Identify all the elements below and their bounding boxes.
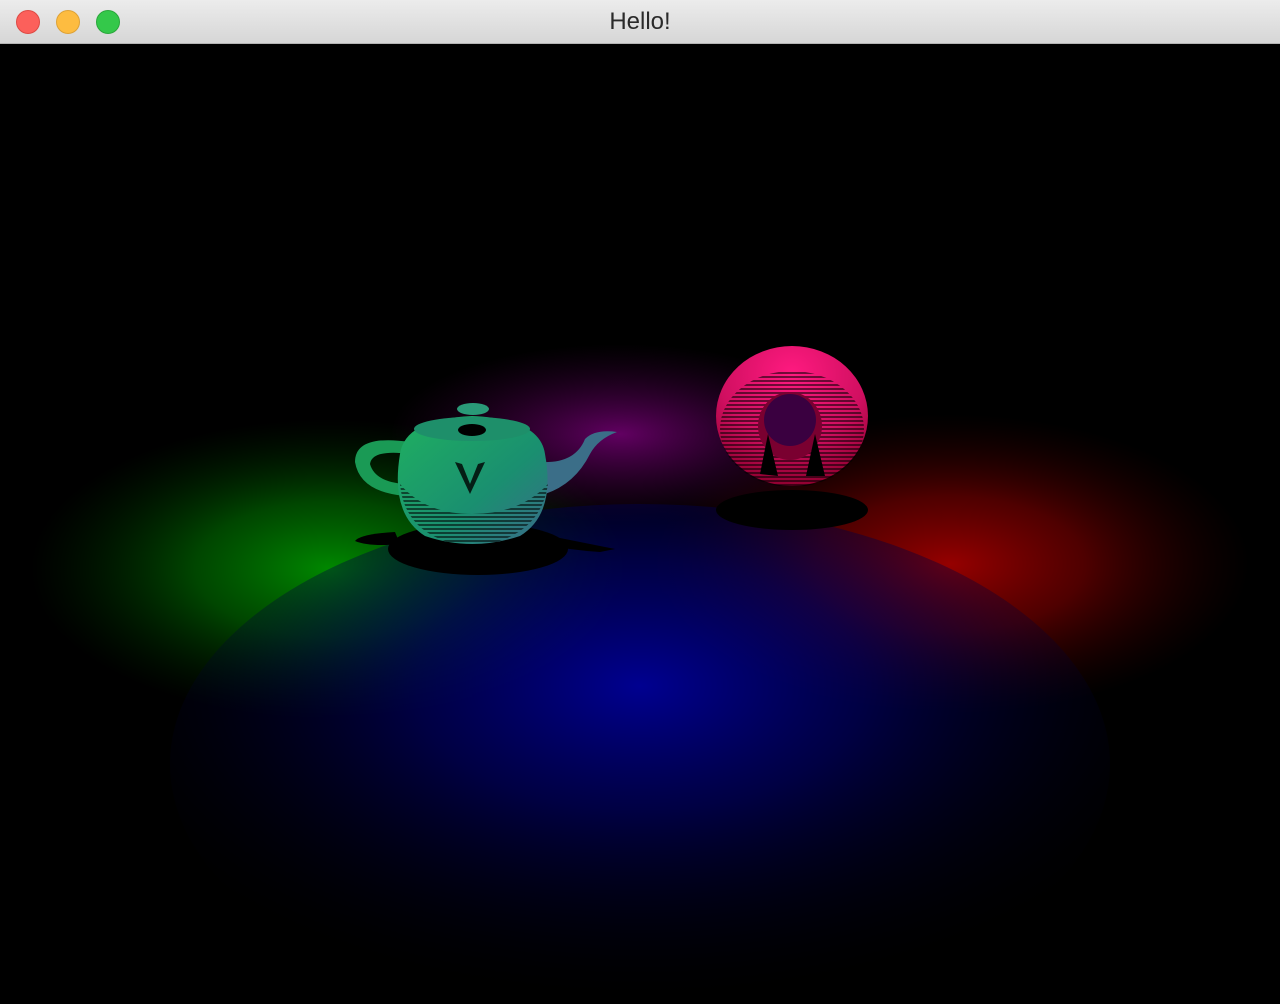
torus [716,346,868,487]
scene-canvas [30,344,1250,1004]
window-title: Hello! [609,8,671,35]
torus-hole-inner [764,394,816,446]
teapot-lid-hole [458,424,486,436]
teapot-knob [457,403,489,415]
app-window: Hello! [0,0,1280,1004]
blue-light-spot [170,504,1110,1004]
torus-shadow [716,490,868,530]
render-viewport[interactable] [0,44,1280,1004]
title-bar[interactable]: Hello! [0,0,1280,44]
